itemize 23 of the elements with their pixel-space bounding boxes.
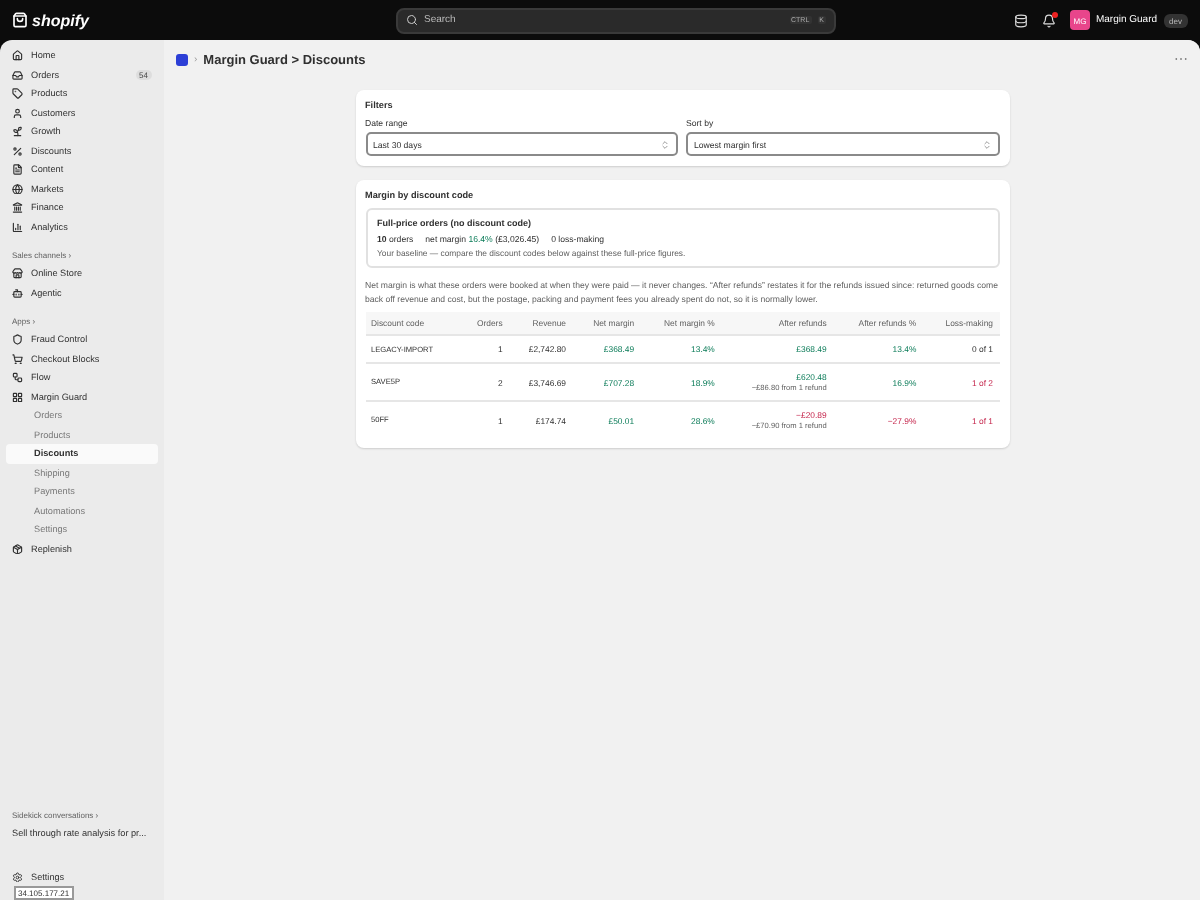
bar-chart-icon — [12, 221, 23, 232]
sprout-icon — [12, 126, 23, 137]
person-icon — [12, 107, 23, 118]
cart-icon — [12, 353, 23, 364]
app-icon — [176, 54, 188, 66]
inbox-icon — [12, 69, 23, 80]
search-icon — [406, 14, 418, 26]
tag-icon — [12, 88, 23, 99]
bank-icon — [12, 202, 23, 213]
bell-icon[interactable] — [1041, 13, 1056, 27]
robot-icon — [12, 287, 23, 298]
shopify-logo: shopify — [12, 11, 384, 29]
percent-icon — [12, 145, 23, 156]
home-icon — [12, 50, 23, 61]
workflow-icon — [12, 372, 23, 383]
globe-icon — [12, 183, 23, 194]
document-icon — [12, 164, 23, 175]
grid-icon — [12, 391, 23, 402]
settings-icon — [12, 871, 23, 882]
chevron-icon — [660, 139, 670, 149]
chevron-icon — [981, 139, 991, 149]
box-icon — [12, 543, 23, 554]
shield-icon — [12, 334, 23, 345]
